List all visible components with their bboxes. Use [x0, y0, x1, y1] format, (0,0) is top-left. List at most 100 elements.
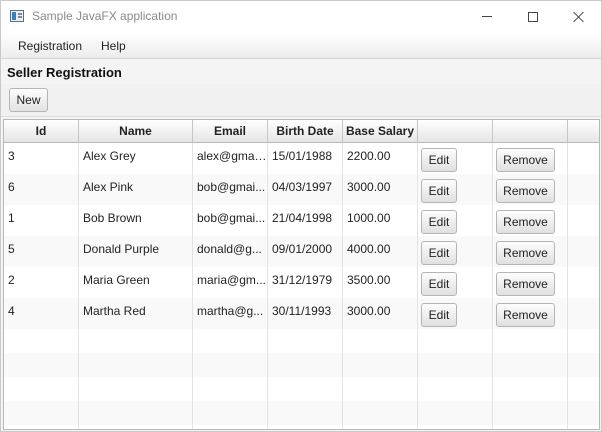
- cell-remove: Remove: [493, 236, 568, 267]
- menu-registration[interactable]: Registration: [18, 39, 82, 53]
- edit-button[interactable]: Edit: [421, 272, 457, 296]
- cell-base-salary: 3500.00: [343, 267, 418, 298]
- cell-edit: Edit: [418, 143, 493, 174]
- header-name[interactable]: Name: [79, 120, 193, 143]
- cell-filler: [568, 298, 599, 329]
- empty-row: [4, 377, 599, 401]
- cell-name: Alex Grey: [79, 143, 193, 174]
- cell-filler: [568, 236, 599, 267]
- cell-birth-date: 21/04/1998: [268, 205, 343, 236]
- table-row[interactable]: 6 Alex Pink bob@gmai... 04/03/1997 3000.00 Ed…: [4, 174, 599, 205]
- cell-remove: Remove: [493, 174, 568, 205]
- cell-birth-date: 31/12/1979: [268, 267, 343, 298]
- column-divider: [417, 143, 418, 429]
- column-divider: [267, 143, 268, 429]
- header-filler[interactable]: [568, 120, 599, 143]
- remove-button[interactable]: Remove: [496, 148, 555, 172]
- menu-bar: Registration Help: [1, 32, 601, 59]
- cell-email: maria@gm...: [193, 267, 268, 298]
- cell-base-salary: 3000.00: [343, 298, 418, 329]
- cell-edit: Edit: [418, 236, 493, 267]
- empty-row: [4, 329, 599, 353]
- remove-button[interactable]: Remove: [496, 303, 555, 327]
- cell-birth-date: 15/01/1988: [268, 143, 343, 174]
- cell-base-salary: 3000.00: [343, 174, 418, 205]
- column-divider: [342, 143, 343, 429]
- edit-button[interactable]: Edit: [421, 179, 457, 203]
- table-row[interactable]: 1 Bob Brown bob@gmai... 21/04/1998 1000.00 Ed…: [4, 205, 599, 236]
- cell-id: 6: [4, 174, 79, 205]
- window-title: Sample JavaFX application: [32, 9, 178, 23]
- cell-birth-date: 30/11/1993: [268, 298, 343, 329]
- maximize-icon: [528, 11, 538, 22]
- cell-edit: Edit: [418, 267, 493, 298]
- edit-button[interactable]: Edit: [421, 241, 457, 265]
- cell-remove: Remove: [493, 298, 568, 329]
- column-divider: [567, 143, 568, 429]
- table-row[interactable]: 5 Donald Purple donald@g... 09/01/2000 4000.…: [4, 236, 599, 267]
- cell-email: alex@gmai...: [193, 143, 268, 174]
- cell-name: Donald Purple: [79, 236, 193, 267]
- toolbar: New: [1, 84, 601, 117]
- cell-base-salary: 4000.00: [343, 236, 418, 267]
- cell-filler: [568, 143, 599, 174]
- menu-help[interactable]: Help: [101, 39, 126, 53]
- maximize-button[interactable]: [510, 1, 556, 32]
- empty-row: [4, 353, 599, 377]
- header-base-salary[interactable]: Base Salary: [343, 120, 418, 143]
- cell-base-salary: 1000.00: [343, 205, 418, 236]
- new-button[interactable]: New: [9, 88, 48, 112]
- header-id[interactable]: Id: [4, 120, 79, 143]
- column-divider: [192, 143, 193, 429]
- cell-id: 3: [4, 143, 79, 174]
- header-email[interactable]: Email: [193, 120, 268, 143]
- cell-name: Martha Red: [79, 298, 193, 329]
- header-edit[interactable]: [418, 120, 493, 143]
- table-row[interactable]: 4 Martha Red martha@g... 30/11/1993 3000.00 E…: [4, 298, 599, 329]
- edit-button[interactable]: Edit: [421, 303, 457, 327]
- cell-edit: Edit: [418, 174, 493, 205]
- minimize-button[interactable]: [464, 1, 510, 32]
- minimize-icon: [482, 16, 492, 17]
- remove-button[interactable]: Remove: [496, 179, 555, 203]
- page-title: Seller Registration: [7, 65, 122, 80]
- app-window: Sample JavaFX application Registration H…: [0, 0, 602, 432]
- table-header: Id Name Email Birth Date Base Salary: [4, 120, 599, 143]
- cell-remove: Remove: [493, 143, 568, 174]
- cell-id: 2: [4, 267, 79, 298]
- cell-name: Alex Pink: [79, 174, 193, 205]
- cell-id: 1: [4, 205, 79, 236]
- cell-birth-date: 09/01/2000: [268, 236, 343, 267]
- column-divider: [492, 143, 493, 429]
- application-window-icon: [10, 10, 24, 22]
- seller-table: Id Name Email Birth Date Base Salary 3 Alex G…: [3, 119, 600, 430]
- cell-email: donald@g...: [193, 236, 268, 267]
- cell-edit: Edit: [418, 205, 493, 236]
- edit-button[interactable]: Edit: [421, 148, 457, 172]
- cell-name: Maria Green: [79, 267, 193, 298]
- table-row[interactable]: 3 Alex Grey alex@gmai... 15/01/1988 2200.00 E…: [4, 143, 599, 174]
- remove-button[interactable]: Remove: [496, 272, 555, 296]
- cell-birth-date: 04/03/1997: [268, 174, 343, 205]
- table-row[interactable]: 2 Maria Green maria@gm... 31/12/1979 3500.00…: [4, 267, 599, 298]
- remove-button[interactable]: Remove: [496, 241, 555, 265]
- close-icon: [573, 11, 585, 23]
- cell-filler: [568, 174, 599, 205]
- remove-button[interactable]: Remove: [496, 210, 555, 234]
- empty-row: [4, 425, 599, 429]
- close-button[interactable]: [556, 1, 602, 32]
- title-bar[interactable]: Sample JavaFX application: [1, 1, 601, 32]
- cell-base-salary: 2200.00: [343, 143, 418, 174]
- empty-row: [4, 401, 599, 425]
- cell-id: 5: [4, 236, 79, 267]
- cell-email: martha@g...: [193, 298, 268, 329]
- edit-button[interactable]: Edit: [421, 210, 457, 234]
- cell-filler: [568, 267, 599, 298]
- header-birth-date[interactable]: Birth Date: [268, 120, 343, 143]
- cell-filler: [568, 205, 599, 236]
- column-divider: [78, 143, 79, 429]
- cell-email: bob@gmai...: [193, 205, 268, 236]
- cell-id: 4: [4, 298, 79, 329]
- cell-remove: Remove: [493, 205, 568, 236]
- header-remove[interactable]: [493, 120, 568, 143]
